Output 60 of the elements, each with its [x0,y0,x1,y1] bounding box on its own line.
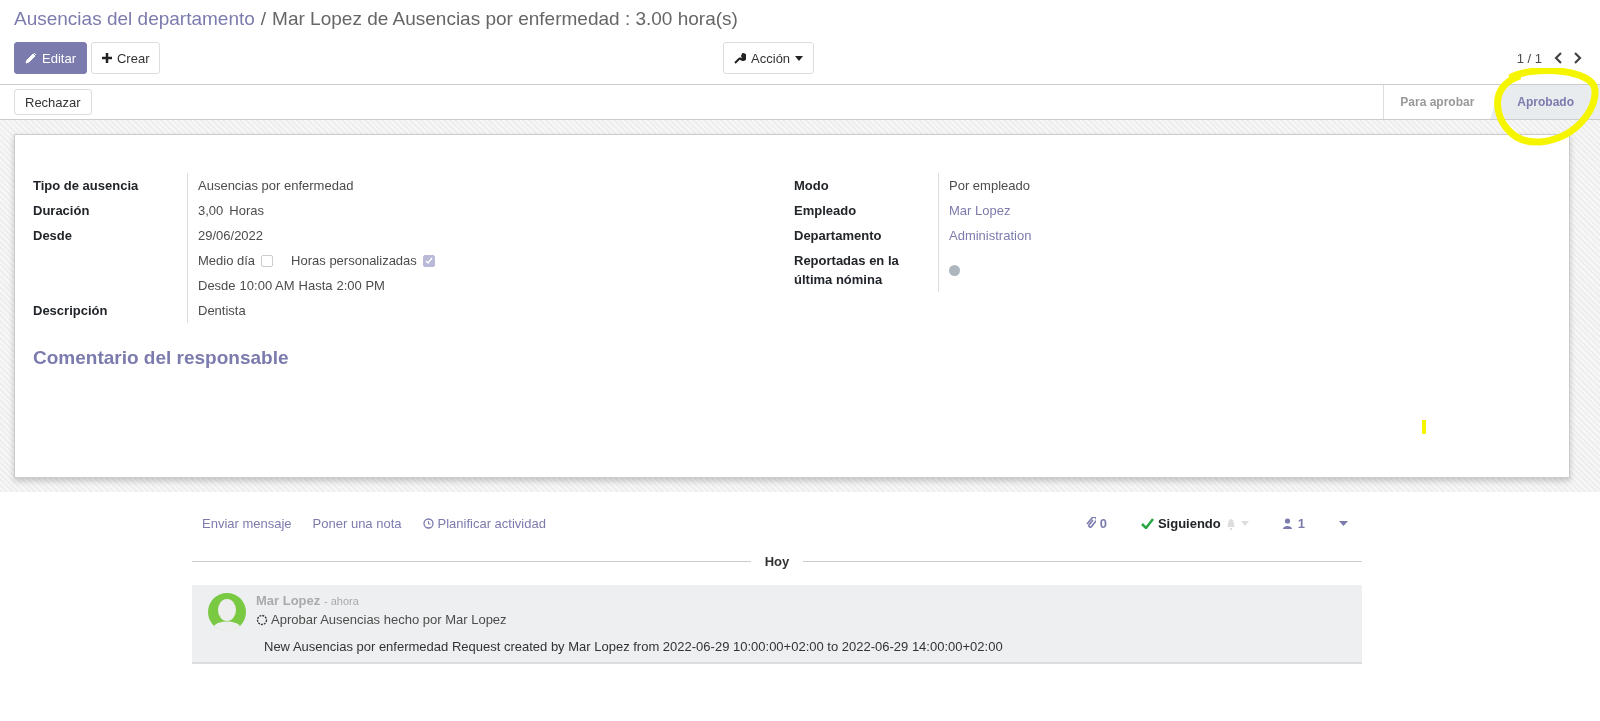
field-label: Empleado [794,203,857,218]
paperclip-icon [1085,517,1096,529]
field-label: Duración [33,203,90,218]
chevron-left-icon[interactable] [1554,52,1562,64]
create-button[interactable]: Crear [90,42,161,74]
wrench-icon [734,52,747,64]
field-label: Departamento [794,228,882,243]
unit-label: Horas [229,202,264,220]
date-separator: Hoy [764,554,790,569]
check-icon [1140,517,1154,529]
gear-icon [256,613,268,626]
field-label: Reportadas en la última nómina [794,253,899,287]
chatter-action-link[interactable]: Enviar mensaje [202,515,292,531]
avatar-icon [208,593,246,631]
range-label: Desde [198,277,236,295]
action-dropdown[interactable]: Acción [723,42,815,74]
chevron-right-icon[interactable] [1574,52,1582,64]
checkbox-label: Horas personalizadas [291,252,417,270]
check-icon [424,256,433,265]
field-value: Dentista [198,302,246,320]
field-label: Desde [33,228,73,243]
caret-icon[interactable] [1339,520,1348,526]
attachment-counter[interactable]: 0 [1085,515,1107,531]
field-link[interactable]: Mar Lopez [949,201,1011,220]
message-author: Mar Lopez [256,593,321,608]
field-value: 29/06/2022 [198,227,264,245]
field-label: Modo [794,178,829,193]
field-value: 3,00 [198,202,224,220]
pager-counter: 1 / 1 [1516,50,1542,66]
reject-button[interactable]: Rechazar [14,89,92,115]
message-subtype: Aprobar Ausencias hecho por Mar Lopez [271,612,507,627]
time-value: 10:00 AM [239,277,295,295]
chatter-action-link[interactable]: Planificar actividad [422,515,546,531]
edit-button[interactable]: Editar [14,42,87,74]
field-label: Descripción [33,303,108,318]
message-date: - ahora [323,595,359,607]
breadcrumb-separator: / [260,7,267,31]
pencil-icon [25,52,37,64]
clock-icon [422,517,434,529]
time-value: 2:00 PM [336,277,385,295]
field-label: Tipo de ausencia [33,178,139,193]
message-body: New Ausencias por enfermedad Request created by Mar Lopez from 2022-06-29 10:00:00+02:00 to 2022-06-29 14:00:00+02:00 [263,638,1003,654]
checkbox[interactable] [422,254,435,267]
field-value: Por empleado [949,177,1030,195]
field-value: Ausencias por enfermedad [198,177,354,195]
followers-dropdown[interactable]: 1 [1282,515,1305,531]
bell-icon[interactable] [1224,516,1237,530]
caret-icon [795,55,804,61]
field-link[interactable]: Administration [949,226,1032,245]
checkbox[interactable] [261,254,274,267]
chatter-action-link[interactable]: Poner una nota [312,515,402,531]
user-icon [1282,517,1292,529]
following-toggle[interactable]: Siguiendo [1140,515,1221,531]
highlight-mark-drawing [1422,420,1427,436]
record-title: Mar Lopez de Ausencias por enfermedad : 3.00 hora(s) [272,7,738,31]
range-label: Hasta [298,277,333,295]
plus-icon [101,53,112,63]
breadcrumb-link[interactable]: Ausencias del departamento [14,6,255,32]
checkbox-label: Medio día [198,252,256,270]
section-title: Comentario del responsable [33,347,289,369]
